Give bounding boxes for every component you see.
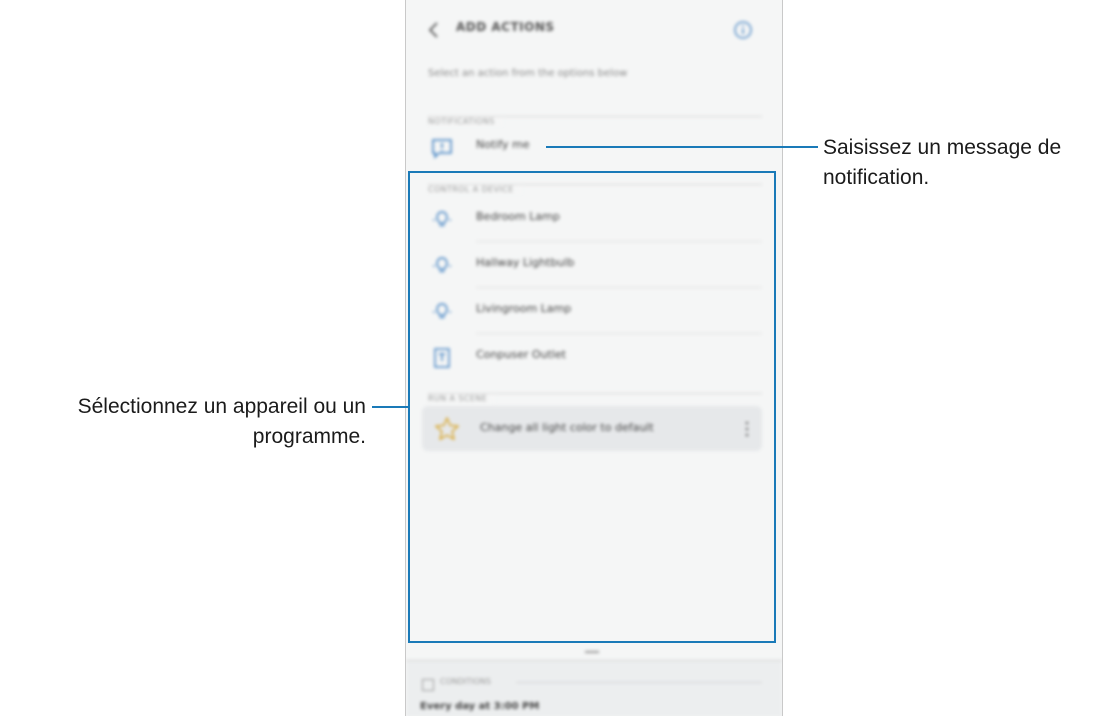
checkbox-icon bbox=[422, 679, 434, 691]
conditions-panel: CONDITIONS Every day at 3:00 PM bbox=[406, 660, 782, 716]
callout-left-line1: Sélectionnez un appareil ou un bbox=[77, 395, 366, 418]
divider bbox=[516, 682, 762, 683]
message-alert-icon bbox=[432, 139, 452, 159]
callout-left-line2: programme. bbox=[252, 425, 366, 448]
callout-leader-right bbox=[546, 146, 818, 148]
highlight-frame bbox=[408, 171, 776, 643]
page-subtitle: Select an action from the options below bbox=[428, 68, 628, 79]
section-label: NOTIFICATIONS bbox=[428, 117, 503, 126]
callout-right-line2: notification. bbox=[823, 166, 930, 189]
drag-handle[interactable] bbox=[585, 651, 599, 653]
section-notifications: NOTIFICATIONS bbox=[428, 109, 762, 126]
header-bar: ADD ACTIONS bbox=[406, 0, 782, 62]
callout-right: Saisissez un message de notification. bbox=[823, 133, 1061, 193]
page-title: ADD ACTIONS bbox=[456, 20, 555, 34]
callout-leader-left bbox=[372, 406, 408, 408]
chevron-left-icon[interactable] bbox=[424, 19, 444, 41]
section-label: CONDITIONS bbox=[440, 677, 491, 686]
callout-left: Sélectionnez un appareil ou un programme… bbox=[78, 392, 366, 452]
info-icon[interactable] bbox=[733, 20, 753, 40]
notify-me-label: Notify me bbox=[476, 138, 530, 151]
callout-right-line1: Saisissez un message de bbox=[823, 136, 1062, 159]
condition-time[interactable]: Every day at 3:00 PM bbox=[420, 701, 539, 712]
